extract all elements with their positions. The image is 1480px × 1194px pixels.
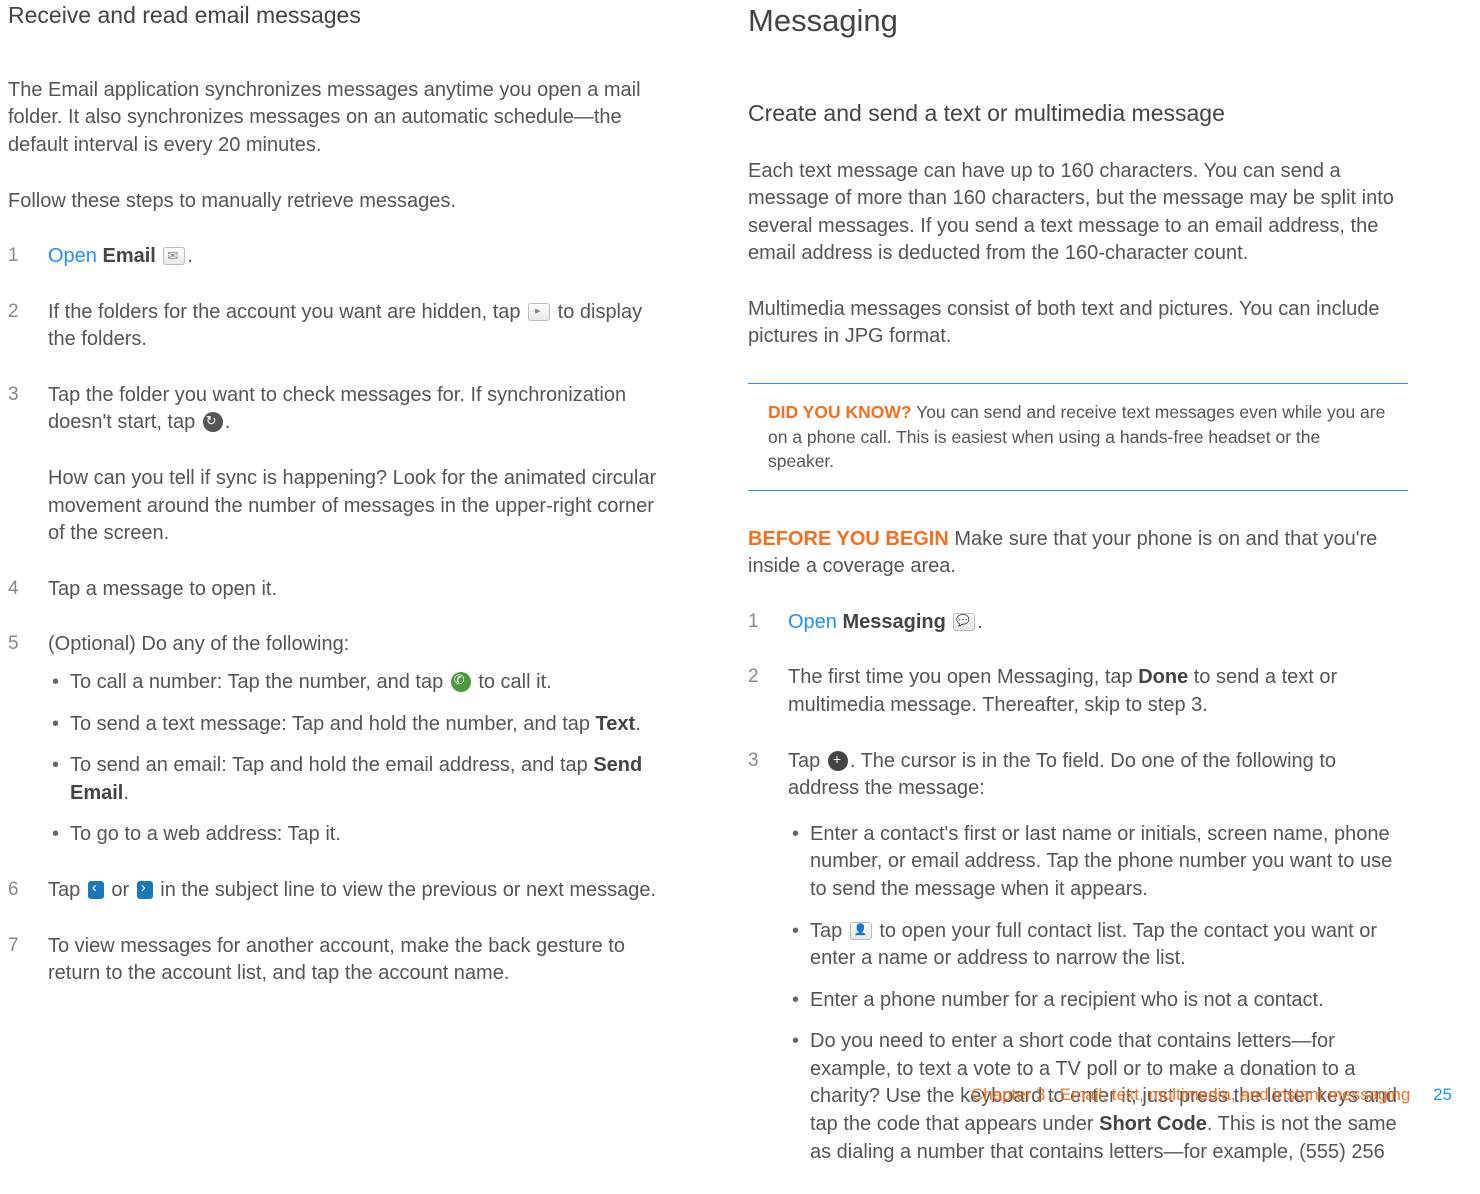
- step-2: If the folders for the account you want …: [8, 299, 668, 354]
- step5-bullet-4: To go to a web address: Tap it.: [48, 821, 668, 849]
- chapter-label: Chapter 3 : Email, text, multimedia, and…: [971, 1085, 1410, 1104]
- app-name-messaging: Messaging: [843, 611, 946, 633]
- step5-bullets: To call a number: Tap the number, and ta…: [48, 669, 668, 849]
- app-name-email: Email: [103, 245, 156, 267]
- left-title: Receive and read email messages: [8, 0, 668, 32]
- open-link-msg[interactable]: Open: [788, 611, 837, 633]
- rs2a: The first time you open Messaging, tap: [788, 666, 1138, 688]
- rstep1-dot: .: [977, 611, 983, 633]
- step5-bullet-1: To call a number: Tap the number, and ta…: [48, 669, 668, 697]
- before-label: BEFORE YOU BEGIN: [748, 528, 949, 550]
- s5b2c: .: [635, 713, 641, 735]
- email-icon: [163, 247, 185, 265]
- step5-bullet-2: To send a text message: Tap and hold the…: [48, 711, 668, 739]
- rs3-bullet-3: Enter a phone number for a recipient who…: [788, 987, 1408, 1015]
- rs3a: Tap: [788, 750, 826, 772]
- step-1: Open Email .: [8, 243, 668, 271]
- before-begin: BEFORE YOU BEGIN Make sure that your pho…: [748, 526, 1408, 581]
- step5-text: (Optional) Do any of the following:: [48, 633, 349, 655]
- rstep-1: Open Messaging .: [748, 609, 1408, 637]
- step-3: Tap the folder you want to check message…: [8, 382, 668, 548]
- s5b1b: to call it.: [473, 671, 552, 693]
- s6a: Tap: [48, 879, 86, 901]
- step3-text-b: .: [225, 411, 231, 433]
- page-number: 25: [1433, 1085, 1452, 1104]
- contacts-icon: [850, 922, 872, 940]
- step1-dot: .: [187, 245, 193, 267]
- step-5: (Optional) Do any of the following: To c…: [8, 631, 668, 849]
- step3-text-a: Tap the folder you want to check message…: [48, 384, 626, 434]
- rs3b: . The cursor is in the To field. Do one …: [788, 750, 1336, 800]
- left-steps: Open Email . If the folders for the acco…: [8, 243, 668, 988]
- shortcode-label: Short Code: [1099, 1113, 1207, 1135]
- s6b: or: [106, 879, 135, 901]
- prev-arrow-icon: [88, 881, 104, 899]
- left-leadin: Follow these steps to manually retrieve …: [8, 188, 668, 216]
- tip-label: DID YOU KNOW?: [768, 402, 912, 422]
- rs3b2b: to open your full contact list. Tap the …: [810, 920, 1377, 970]
- step-4: Tap a message to open it.: [8, 576, 668, 604]
- rs3-bullet-2: Tap to open your full contact list. Tap …: [788, 918, 1408, 973]
- expand-icon: [528, 303, 550, 321]
- s5b3a: To send an email: Tap and hold the email…: [70, 754, 593, 776]
- right-p2: Multimedia messages consist of both text…: [748, 296, 1408, 351]
- step2-text-a: If the folders for the account you want …: [48, 301, 526, 323]
- left-column: Receive and read email messages The Emai…: [8, 0, 668, 1194]
- right-p1: Each text message can have up to 160 cha…: [748, 158, 1408, 268]
- step5-bullet-3: To send an email: Tap and hold the email…: [48, 752, 668, 807]
- messaging-icon: [953, 613, 975, 631]
- step-6: Tap or in the subject line to view the p…: [8, 877, 668, 905]
- messaging-title: Messaging: [748, 0, 1408, 43]
- step3-sub: How can you tell if sync is happening? L…: [48, 465, 668, 548]
- rs3b2a: Tap: [810, 920, 848, 942]
- rstep3-bullets: Enter a contact's first or last name or …: [788, 821, 1408, 1167]
- messaging-subtitle: Create and send a text or multimedia mes…: [748, 98, 1408, 130]
- right-column: Messaging Create and send a text or mult…: [748, 0, 1408, 1194]
- done-label: Done: [1138, 666, 1188, 688]
- rstep-2: The first time you open Messaging, tap D…: [748, 664, 1408, 719]
- compose-icon: [828, 751, 848, 771]
- page-footer: Chapter 3 : Email, text, multimedia, and…: [971, 1085, 1452, 1105]
- next-arrow-icon: [137, 881, 153, 899]
- s6c: in the subject line to view the previous…: [155, 879, 656, 901]
- right-steps: Open Messaging . The first time you open…: [748, 609, 1408, 1167]
- sync-icon: [203, 412, 223, 432]
- tip-box: DID YOU KNOW? You can send and receive t…: [748, 383, 1408, 491]
- text-label: Text: [596, 713, 636, 735]
- rs3-bullet-1: Enter a contact's first or last name or …: [788, 821, 1408, 904]
- s5b3c: .: [123, 782, 129, 804]
- call-icon: [451, 672, 471, 692]
- s5b2a: To send a text message: Tap and hold the…: [70, 713, 596, 735]
- left-intro: The Email application synchronizes messa…: [8, 77, 668, 160]
- step-7: To view messages for another account, ma…: [8, 933, 668, 988]
- s5b1a: To call a number: Tap the number, and ta…: [70, 671, 449, 693]
- open-link[interactable]: Open: [48, 245, 97, 267]
